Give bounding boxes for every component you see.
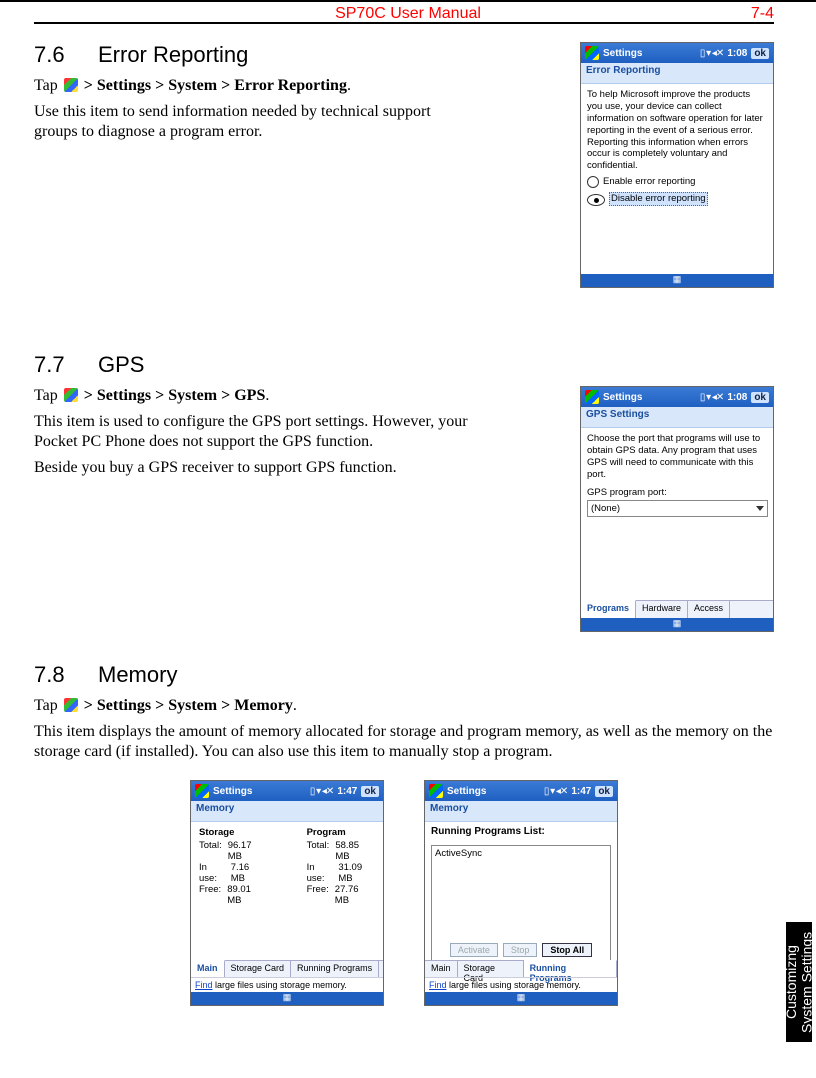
tab-running-programs[interactable]: Running Programs bbox=[291, 961, 379, 978]
screen-title: GPS Settings bbox=[581, 407, 773, 428]
radio-enable[interactable]: Enable error reporting bbox=[587, 176, 767, 188]
body1-7-7: This item is used to configure the GPS p… bbox=[34, 412, 474, 452]
body-7-6: Use this item to send information needed… bbox=[34, 102, 474, 142]
ok-button[interactable]: ok bbox=[751, 48, 769, 59]
port-label: GPS program port: bbox=[587, 487, 767, 499]
header-title: SP70C User Manual bbox=[0, 5, 816, 23]
header-rule bbox=[34, 22, 774, 24]
memory-table: Storage Total:96.17 MB In use:7.16 MB Fr… bbox=[191, 822, 383, 906]
side-tab: Customizng System Settings bbox=[786, 922, 812, 1042]
tap-path-7-6: Tap > Settings > System > Error Reportin… bbox=[34, 76, 474, 96]
tab-hardware[interactable]: Hardware bbox=[636, 601, 688, 618]
tab-strip[interactable]: Main Storage Card Running Programs bbox=[425, 960, 617, 978]
stop-all-button[interactable]: Stop All bbox=[542, 943, 592, 957]
screenshot-gps: Settings ▯ ▾ ◂✕ 1:08 ok GPS Settings Cho… bbox=[580, 386, 774, 632]
tab-storage-card[interactable]: Storage Card bbox=[458, 961, 524, 978]
find-link[interactable]: Find bbox=[429, 980, 447, 990]
header-page-number: 7-4 bbox=[751, 5, 774, 23]
chevron-down-icon bbox=[756, 506, 764, 511]
description-text: Choose the port that programs will use t… bbox=[587, 433, 767, 481]
tap-path-7-7: Tap > Settings > System > GPS. bbox=[34, 386, 474, 406]
footer-hint: Find large files using storage memory. bbox=[191, 977, 383, 992]
activate-button[interactable]: Activate bbox=[450, 943, 498, 957]
body-7-8: This item displays the amount of memory … bbox=[34, 722, 774, 762]
screen-title: Memory bbox=[191, 801, 383, 822]
screen-title: Memory bbox=[425, 801, 617, 822]
start-icon bbox=[429, 784, 443, 798]
titlebar: Settings ▯ ▾ ◂✕ 1:08 ok bbox=[581, 43, 773, 63]
tab-access[interactable]: Access bbox=[688, 601, 730, 618]
tab-running-programs[interactable]: Running Programs bbox=[524, 960, 617, 978]
signal-icon: ▯ ▾ ◂✕ bbox=[544, 786, 567, 797]
heading-7-8: 7.8Memory bbox=[34, 662, 774, 688]
signal-icon: ▯ ▾ ◂✕ bbox=[310, 786, 333, 797]
find-link[interactable]: Find bbox=[195, 980, 213, 990]
start-icon bbox=[64, 78, 78, 92]
running-list-heading: Running Programs List: bbox=[425, 822, 617, 841]
page-header: SP70C User Manual 7-4 bbox=[0, 0, 816, 20]
tab-main[interactable]: Main bbox=[191, 960, 225, 978]
screenshot-memory-main: Settings ▯ ▾ ◂✕ 1:47 ok Memory Storage T… bbox=[190, 780, 384, 1006]
tab-programs[interactable]: Programs bbox=[581, 600, 636, 618]
titlebar: Settings ▯ ▾ ◂✕ 1:47 ok bbox=[191, 781, 383, 801]
sip-bar[interactable]: ▦ bbox=[191, 992, 383, 1005]
signal-icon: ▯ ▾ ◂✕ bbox=[700, 392, 723, 403]
tap-path-7-8: Tap > Settings > System > Memory. bbox=[34, 696, 774, 716]
heading-7-7: 7.7GPS bbox=[34, 352, 774, 378]
footer-hint: Find large files using storage memory. bbox=[425, 977, 617, 992]
body2-7-7: Beside you buy a GPS receiver to support… bbox=[34, 458, 474, 478]
tab-strip[interactable]: Programs Hardware Access bbox=[581, 600, 773, 618]
ok-button[interactable]: ok bbox=[595, 786, 613, 797]
tab-storage-card[interactable]: Storage Card bbox=[225, 961, 292, 978]
start-icon bbox=[64, 698, 78, 712]
tab-main[interactable]: Main bbox=[425, 961, 458, 978]
titlebar: Settings ▯ ▾ ◂✕ 1:47 ok bbox=[425, 781, 617, 801]
port-select[interactable]: (None) bbox=[587, 500, 768, 517]
section-memory: 7.8Memory Tap > Settings > System > Memo… bbox=[34, 662, 774, 1006]
screenshot-memory-running: Settings ▯ ▾ ◂✕ 1:47 ok Memory Running P… bbox=[424, 780, 618, 1006]
sip-bar[interactable]: ▦ bbox=[425, 992, 617, 1005]
sip-bar[interactable]: ▦ bbox=[581, 274, 773, 287]
signal-icon: ▯ ▾ ◂✕ bbox=[700, 48, 723, 59]
start-icon bbox=[585, 390, 599, 404]
start-icon bbox=[64, 388, 78, 402]
sip-bar[interactable]: ▦ bbox=[581, 618, 773, 631]
start-icon bbox=[195, 784, 209, 798]
section-gps: 7.7GPS Tap > Settings > System > GPS. Th… bbox=[34, 352, 774, 642]
ok-button[interactable]: ok bbox=[361, 786, 379, 797]
section-error-reporting: 7.6Error Reporting Tap > Settings > Syst… bbox=[34, 42, 774, 312]
ok-button[interactable]: ok bbox=[751, 392, 769, 403]
stop-button[interactable]: Stop bbox=[503, 943, 538, 957]
radio-disable[interactable]: Disable error reporting bbox=[587, 192, 767, 206]
screenshot-error-reporting: Settings ▯ ▾ ◂✕ 1:08 ok Error Reporting … bbox=[580, 42, 774, 288]
tab-strip[interactable]: Main Storage Card Running Programs bbox=[191, 960, 383, 978]
description-text: To help Microsoft improve the products y… bbox=[587, 89, 767, 172]
start-icon bbox=[585, 46, 599, 60]
screen-title: Error Reporting bbox=[581, 63, 773, 84]
list-item[interactable]: ActiveSync bbox=[435, 848, 607, 859]
titlebar: Settings ▯ ▾ ◂✕ 1:08 ok bbox=[581, 387, 773, 407]
